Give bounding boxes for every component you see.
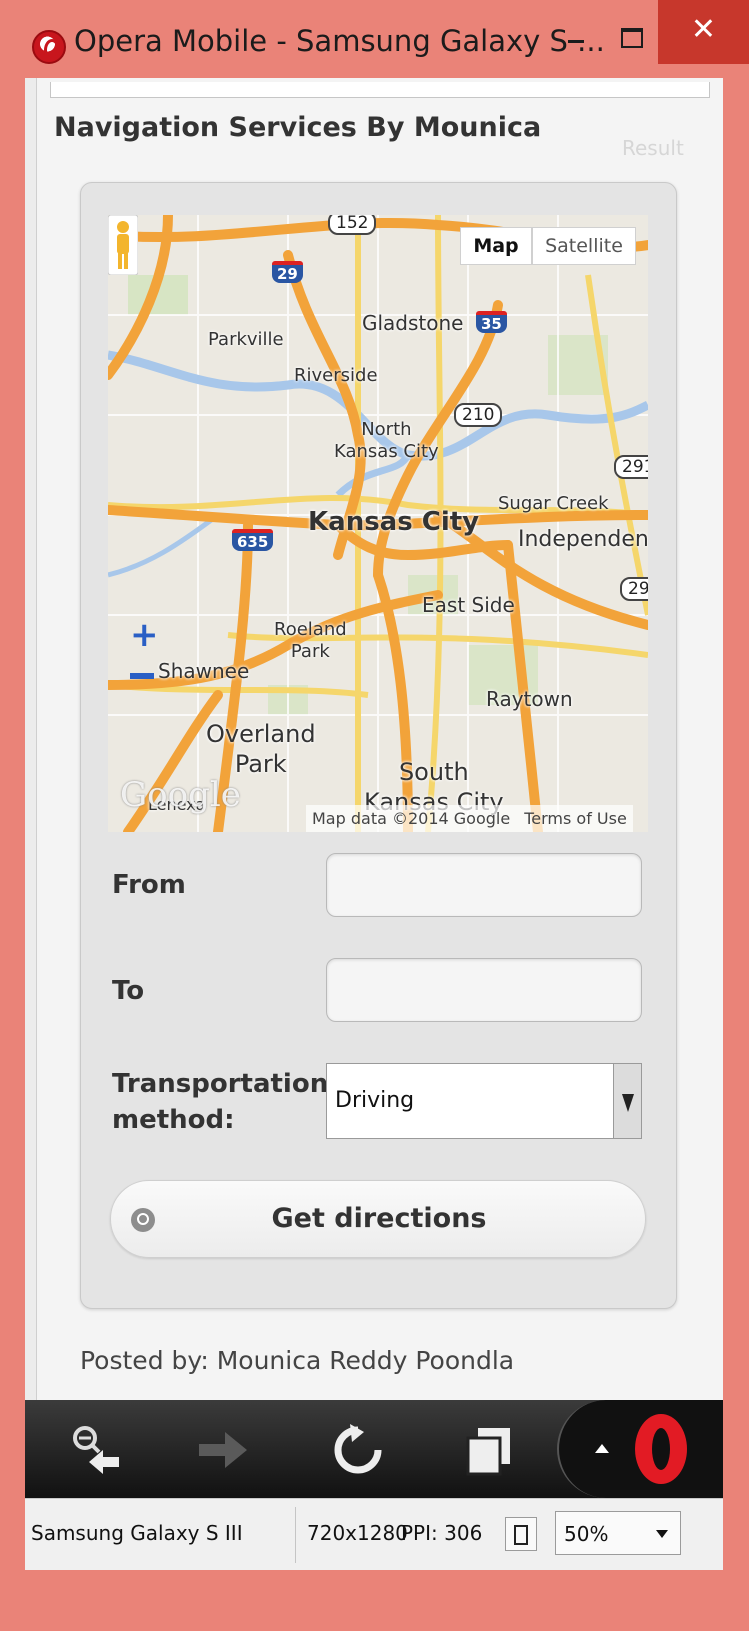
close-icon: ✕ bbox=[690, 12, 717, 47]
screen-resolution: 720x1280 bbox=[307, 1521, 408, 1545]
title-bar: Opera Mobile - Samsung Galaxy S ... ✕ bbox=[0, 0, 749, 80]
transportation-method-label: Transportation method: bbox=[112, 1069, 329, 1135]
terms-of-use-link[interactable]: Terms of Use bbox=[524, 809, 627, 828]
page-title: Navigation Services By Mounica bbox=[54, 112, 542, 143]
zoom-select[interactable]: 50% bbox=[555, 1511, 681, 1555]
place-shawnee: Shawnee bbox=[158, 659, 250, 683]
device-name[interactable]: Samsung Galaxy S III bbox=[31, 1521, 243, 1545]
map-attribution: Map data ©2014 Google Terms of Use bbox=[306, 805, 633, 832]
get-directions-label: Get directions bbox=[271, 1203, 487, 1234]
place-gladstone: Gladstone bbox=[362, 311, 464, 335]
route-291-shield: 291 bbox=[614, 455, 648, 479]
place-riverside: Riverside bbox=[294, 365, 378, 386]
zoom-out-icon[interactable] bbox=[130, 673, 154, 679]
close-button[interactable]: ✕ bbox=[658, 0, 749, 64]
place-roeland-park: Roeland Park bbox=[274, 619, 347, 662]
from-input[interactable] bbox=[326, 853, 642, 917]
zoom-in-icon[interactable]: + bbox=[130, 615, 159, 655]
status-divider bbox=[295, 1507, 296, 1563]
route-152-shield: 152 bbox=[328, 215, 377, 235]
browser-toolbar bbox=[25, 1400, 723, 1498]
result-label: Result bbox=[622, 136, 684, 160]
interstate-29-shield: 29 bbox=[272, 261, 303, 283]
rotate-icon[interactable] bbox=[505, 1517, 537, 1551]
page-top-strip bbox=[50, 82, 710, 98]
opera-app-icon bbox=[32, 30, 66, 64]
interstate-35-shield: 35 bbox=[476, 311, 507, 333]
opera-mobile-emulator-window: Opera Mobile - Samsung Galaxy S ... ✕ Na… bbox=[0, 0, 749, 1631]
zoom-value: 50% bbox=[564, 1522, 609, 1546]
place-east-side: East Side bbox=[422, 593, 515, 617]
route-29-shield: 29 bbox=[620, 577, 648, 601]
to-input[interactable] bbox=[326, 958, 642, 1022]
map-type-satellite-button[interactable]: Satellite bbox=[532, 227, 636, 265]
transportation-method-select[interactable]: Driving bbox=[326, 1063, 642, 1139]
posted-by-text: Posted by: Mounica Reddy Poondla bbox=[80, 1346, 515, 1375]
place-raytown: Raytown bbox=[486, 687, 573, 711]
forward-icon[interactable] bbox=[195, 1422, 251, 1478]
to-label: To bbox=[112, 976, 145, 1006]
place-independence: Independenc bbox=[518, 527, 648, 552]
google-logo: Google bbox=[120, 775, 241, 815]
google-map[interactable]: Map Satellite + 152 29 35 210 291 635 29… bbox=[108, 215, 648, 832]
get-directions-button[interactable]: Get directions bbox=[110, 1180, 646, 1258]
interstate-635-shield: 635 bbox=[232, 529, 274, 551]
emulator-status-bar: Samsung Galaxy S III 720x1280 PPI: 306 5… bbox=[25, 1498, 723, 1570]
reload-icon[interactable] bbox=[330, 1422, 386, 1478]
place-north-kansas-city: North Kansas City bbox=[334, 419, 439, 462]
from-label: From bbox=[112, 870, 186, 900]
pegman-icon[interactable] bbox=[108, 215, 138, 275]
caret-up-icon bbox=[595, 1444, 609, 1453]
map-type-map-button[interactable]: Map bbox=[460, 227, 532, 265]
maximize-button[interactable] bbox=[610, 20, 650, 58]
place-kansas-city: Kansas City bbox=[308, 507, 480, 537]
place-parkville: Parkville bbox=[208, 329, 284, 350]
tabs-icon[interactable] bbox=[462, 1422, 518, 1478]
route-210-shield: 210 bbox=[454, 403, 503, 427]
map-data-credit: Map data ©2014 Google bbox=[312, 809, 511, 828]
transportation-method-value: Driving bbox=[335, 1088, 415, 1113]
opera-menu-button[interactable] bbox=[557, 1400, 723, 1498]
content-left-rail bbox=[25, 78, 37, 1458]
minimize-button[interactable] bbox=[560, 20, 594, 58]
opera-logo-icon bbox=[635, 1414, 687, 1484]
ppi-value: PPI: 306 bbox=[401, 1521, 483, 1545]
window-title: Opera Mobile - Samsung Galaxy S ... bbox=[74, 24, 605, 58]
place-overland-park: Overland Park bbox=[206, 720, 316, 778]
dropdown-arrow-icon[interactable] bbox=[613, 1064, 641, 1138]
place-sugar-creek: Sugar Creek bbox=[498, 493, 609, 514]
back-zoom-icon[interactable] bbox=[67, 1422, 123, 1478]
